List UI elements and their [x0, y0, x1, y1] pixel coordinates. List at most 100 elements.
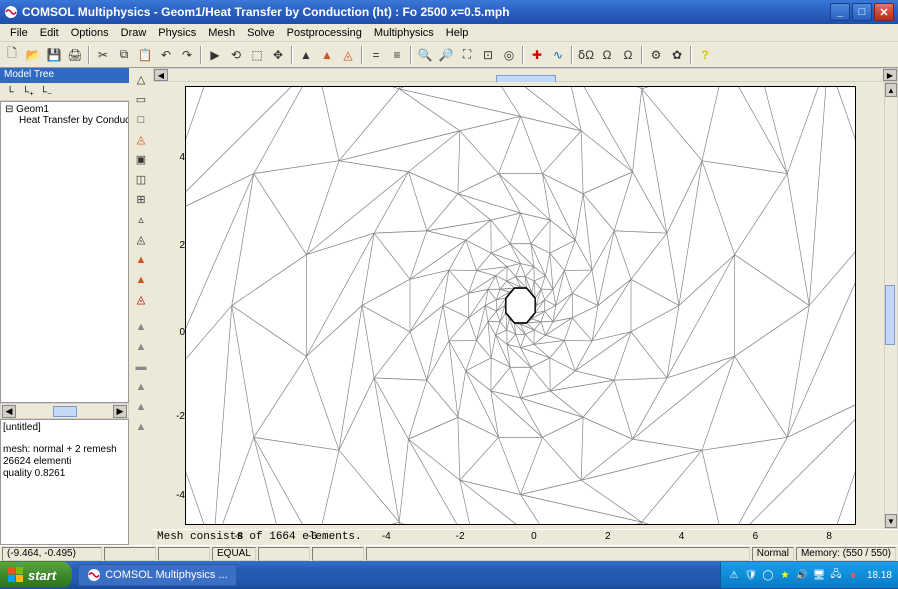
cut-icon[interactable]: ✂ — [93, 45, 113, 65]
print-icon[interactable]: 🖨 — [65, 45, 85, 65]
tri-filled-icon[interactable]: ▲ — [131, 250, 151, 269]
tray-icon[interactable]: 🔊 — [795, 568, 809, 582]
gtri4-icon[interactable]: ▲ — [131, 397, 151, 416]
undo-icon[interactable]: ↶ — [156, 45, 176, 65]
taskbar-item-comsol[interactable]: COMSOL Multiphysics ... — [78, 564, 236, 586]
new-icon[interactable]: 🗋 — [2, 45, 22, 65]
menu-multiphysics[interactable]: Multiphysics — [368, 26, 440, 40]
vscroll-up-icon[interactable]: ▲ — [885, 83, 897, 97]
grect-icon[interactable]: ▬ — [131, 357, 151, 376]
mesh-icon[interactable]: ▲ — [317, 45, 337, 65]
tray-icon[interactable]: ⚠ — [727, 568, 741, 582]
menu-solve[interactable]: Solve — [241, 26, 281, 40]
memory-cell: Memory: (550 / 550) — [796, 547, 896, 561]
zoom-out-icon[interactable]: 🔎 — [436, 45, 456, 65]
tray-icon[interactable]: 🖧 — [829, 568, 843, 582]
gtri1-icon[interactable]: ▲ — [131, 317, 151, 336]
rect-icon[interactable]: ▭ — [131, 90, 151, 109]
tri-stack-icon[interactable]: ◬ — [131, 230, 151, 249]
menu-edit[interactable]: Edit — [34, 26, 65, 40]
zoom-window-icon[interactable]: ⬚ — [247, 45, 267, 65]
menu-physics[interactable]: Physics — [152, 26, 202, 40]
tray-clock: 18.18 — [867, 570, 892, 581]
gtri3-icon[interactable]: ▲ — [131, 377, 151, 396]
selbox2-icon[interactable]: ◫ — [131, 170, 151, 189]
canvas-v-scrollbar[interactable]: ▲ ▼ — [884, 82, 898, 529]
gtri5-icon[interactable]: ▲ — [131, 417, 151, 436]
omega-icon[interactable]: ẟΩ — [576, 45, 596, 65]
zoom-reset-icon[interactable]: ◎ — [499, 45, 519, 65]
help-icon[interactable]: ? — [695, 45, 715, 65]
tray-icon[interactable]: ● — [846, 568, 860, 582]
tree-icon[interactable]: ▲ — [296, 45, 316, 65]
scroll-right-icon[interactable]: ▶ — [113, 405, 127, 418]
omega2-icon[interactable]: Ω — [597, 45, 617, 65]
square-icon[interactable]: □ — [131, 110, 151, 129]
redo-icon[interactable]: ↷ — [177, 45, 197, 65]
menu-draw[interactable]: Draw — [115, 26, 153, 40]
maximize-button[interactable]: □ — [852, 3, 872, 21]
minimize-button[interactable]: _ — [830, 3, 850, 21]
tree-tb3-icon[interactable]: └₋ — [38, 84, 54, 100]
omega3-icon[interactable]: Ω — [618, 45, 638, 65]
tray-icon[interactable]: ◯ — [761, 568, 775, 582]
save-icon[interactable]: 💾 — [44, 45, 64, 65]
hscroll-left-icon[interactable]: ◀ — [154, 69, 168, 81]
tri-filled2-icon[interactable]: ▲ — [131, 270, 151, 289]
scroll-left-icon[interactable]: ◀ — [2, 405, 16, 418]
y-axis-labels: 420-2-4 — [167, 86, 185, 525]
info-elements: 26624 elementi — [3, 456, 126, 468]
zoom-extents-icon[interactable]: ⛶ — [457, 45, 477, 65]
model-tree-panel: Model Tree └ └₊ └₋ ⊟ Geom1 Heat Transfer… — [0, 68, 129, 545]
plot-icon[interactable]: ✚ — [527, 45, 547, 65]
system-tray[interactable]: ⚠ 🛡 ◯ ★ 🔊 🖥 🖧 ● 18.18 — [720, 562, 898, 588]
paste-icon[interactable]: 📋 — [135, 45, 155, 65]
tray-icon[interactable]: 🖥 — [812, 568, 826, 582]
status-bar: (-9.464, -0.495) EQUAL Normal Memory: (5… — [0, 545, 898, 561]
orbit-icon[interactable]: ⟲ — [226, 45, 246, 65]
selbox-icon[interactable]: ▣ — [131, 150, 151, 169]
gtri2-icon[interactable]: ▲ — [131, 337, 151, 356]
copy-icon[interactable]: ⧉ — [114, 45, 134, 65]
tray-icon[interactable]: ★ — [778, 568, 792, 582]
zoom-sel-icon[interactable]: ⊡ — [478, 45, 498, 65]
solve-icon[interactable]: = — [366, 45, 386, 65]
menu-file[interactable]: File — [4, 26, 34, 40]
tree-tb2-icon[interactable]: └₊ — [20, 84, 36, 100]
gear2-icon[interactable]: ✿ — [667, 45, 687, 65]
tray-icon[interactable]: 🛡 — [744, 568, 758, 582]
menu-options[interactable]: Options — [65, 26, 115, 40]
tri-ol-icon[interactable]: ▵ — [131, 210, 151, 229]
tri-up-icon[interactable]: △ — [131, 70, 151, 89]
x-axis-labels: -8-6-4-202468 — [185, 531, 856, 545]
open-icon[interactable]: 📂 — [23, 45, 43, 65]
vscroll-thumb[interactable] — [885, 285, 895, 345]
canvas[interactable]: 420-2-4 -8-6-4-202468 — [153, 82, 884, 529]
menu-mesh[interactable]: Mesh — [202, 26, 241, 40]
tree-child[interactable]: Heat Transfer by Conduction — [3, 115, 126, 126]
restart-icon[interactable]: ≡ — [387, 45, 407, 65]
menu-help[interactable]: Help — [440, 26, 475, 40]
tri-multi-icon[interactable]: ◬ — [131, 130, 151, 149]
mesh-plot[interactable] — [185, 86, 856, 525]
vscroll-down-icon[interactable]: ▼ — [885, 514, 897, 528]
model-tree[interactable]: ⊟ Geom1 Heat Transfer by Conduction — [0, 101, 129, 403]
scroll-thumb[interactable] — [53, 406, 77, 417]
menu-postprocessing[interactable]: Postprocessing — [281, 26, 368, 40]
start-button[interactable]: start — [0, 562, 72, 588]
tri-red-icon[interactable]: ◬ — [131, 290, 151, 309]
line-plot-icon[interactable]: ∿ — [548, 45, 568, 65]
zoom-in-icon[interactable]: 🔍 — [415, 45, 435, 65]
app-icon — [4, 5, 18, 19]
selbox3-icon[interactable]: ⊞ — [131, 190, 151, 209]
left-h-scrollbar[interactable]: ◀ ▶ — [0, 403, 129, 419]
pan-icon[interactable]: ✥ — [268, 45, 288, 65]
hscroll-right-icon[interactable]: ▶ — [883, 69, 897, 81]
refine-icon[interactable]: ◬ — [338, 45, 358, 65]
close-button[interactable]: ✕ — [874, 3, 894, 21]
canvas-h-scrollbar[interactable]: ◀ ▶ — [153, 68, 898, 82]
tree-root[interactable]: ⊟ Geom1 — [3, 104, 126, 115]
tree-tb1-icon[interactable]: └ — [2, 84, 18, 100]
gear-icon[interactable]: ⚙ — [646, 45, 666, 65]
pointer-icon[interactable]: ▶ — [205, 45, 225, 65]
